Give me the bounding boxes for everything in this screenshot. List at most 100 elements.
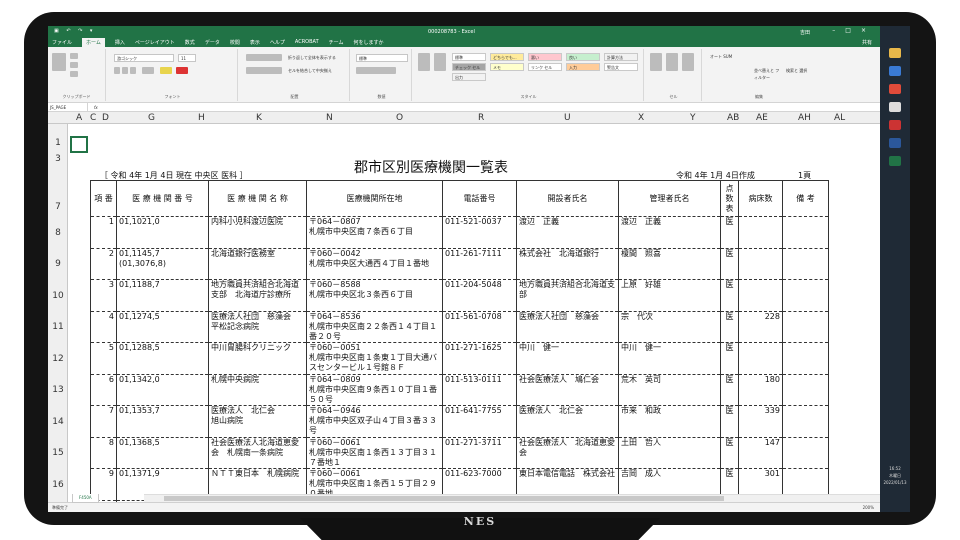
column-header[interactable]: K [256, 112, 262, 124]
remarks[interactable] [782, 310, 829, 343]
ribbon-tab[interactable]: ホーム [82, 37, 105, 47]
ribbon-tab[interactable]: ファイル [52, 39, 72, 46]
bed-count[interactable]: 339 [738, 405, 783, 438]
item-number[interactable]: 4 [90, 310, 117, 343]
format-as-table-icon[interactable] [434, 53, 446, 71]
ribbon-tab[interactable]: ページレイアウト [135, 39, 175, 46]
align-top-icons[interactable] [246, 54, 282, 61]
ribbon-tab[interactable]: ACROBAT [295, 39, 319, 45]
institution-code[interactable]: 01,1342,0 [116, 373, 209, 406]
manager-name[interactable]: 渡辺 正義 [618, 216, 721, 249]
score-table[interactable]: 医 [720, 247, 739, 280]
cell-style-item[interactable]: 良い [566, 53, 600, 61]
conditional-format-icon[interactable] [418, 53, 430, 71]
institution-code[interactable]: 01,1188,7 [116, 279, 209, 312]
item-number[interactable]: 5 [90, 342, 117, 375]
bed-count[interactable] [738, 279, 783, 312]
institution-name[interactable]: 札幌中央病院 [208, 373, 307, 406]
institution-address[interactable]: 〒060－0051 札幌市中央区南１条東１丁目大通バスセンタービル１号館８Ｆ [306, 342, 443, 375]
edge-icon[interactable] [889, 66, 901, 76]
phone-number[interactable]: 011-513-0111 [442, 373, 517, 406]
remarks[interactable] [782, 342, 829, 375]
ribbon-tab[interactable]: データ [205, 39, 220, 46]
ribbon-tab[interactable]: 数式 [185, 39, 195, 46]
merge-center-button[interactable]: セルを結合して中央揃え [286, 67, 346, 75]
row-header[interactable]: 15 [48, 448, 68, 458]
column-header[interactable]: C [90, 112, 96, 124]
row-header[interactable]: 1 [48, 138, 68, 148]
column-header[interactable]: AH [798, 112, 811, 124]
cell-style-item[interactable]: 計算方法 [604, 53, 638, 61]
column-header[interactable]: AB [727, 112, 739, 124]
remarks[interactable] [782, 216, 829, 249]
underline-icon[interactable] [130, 67, 136, 74]
font-color-icon[interactable] [176, 67, 188, 74]
cell-style-item[interactable]: 入力 [566, 63, 600, 71]
manager-name[interactable]: 土田 哲人 [618, 436, 721, 469]
phone-number[interactable]: 011-261-7111 [442, 247, 517, 280]
align-horizontal-icons[interactable] [246, 67, 282, 74]
column-header[interactable]: H [198, 112, 205, 124]
remarks[interactable] [782, 373, 829, 406]
remarks[interactable] [782, 247, 829, 280]
font-name-select[interactable]: 游ゴシック [114, 54, 174, 62]
manager-name[interactable]: 上原 好雄 [618, 279, 721, 312]
border-icon[interactable] [142, 67, 154, 74]
cell-style-item[interactable]: チェック セル [452, 63, 486, 71]
column-header[interactable]: X [638, 112, 644, 124]
item-number[interactable]: 7 [90, 405, 117, 438]
zoom-level[interactable]: 200% [863, 505, 874, 510]
column-header[interactable]: O [396, 112, 403, 124]
institution-name[interactable]: 地方職員共済組合北海道支部 北海道庁診療所 [208, 279, 307, 312]
score-table[interactable]: 医 [720, 342, 739, 375]
word-icon[interactable] [889, 138, 901, 148]
phone-number[interactable]: 011-271-3711 [442, 436, 517, 469]
founder-name[interactable]: 株式会社 北海道銀行 [516, 247, 619, 280]
row-header[interactable]: 11 [48, 322, 68, 332]
founder-name[interactable]: 社会医療法人 北海道恵愛会 [516, 436, 619, 469]
column-header[interactable]: AL [834, 112, 845, 124]
institution-name[interactable]: 内科小児科渡辺医院 [208, 216, 307, 249]
ribbon-tab[interactable]: 何をしますか [353, 39, 383, 46]
cut-icon[interactable] [70, 53, 78, 59]
founder-name[interactable]: 社会医療法人 鳩仁会 [516, 373, 619, 406]
fx-icon[interactable]: fx [88, 105, 104, 110]
bed-count[interactable]: 180 [738, 373, 783, 406]
app-icon[interactable] [889, 102, 901, 112]
institution-name[interactable]: 中川胃腸科クリニック [208, 342, 307, 375]
horizontal-scrollbar[interactable] [144, 494, 880, 502]
row-header[interactable]: 10 [48, 291, 68, 301]
format-cells-icon[interactable] [682, 53, 694, 71]
cell-style-item[interactable]: 悪い [528, 53, 562, 61]
bed-count[interactable] [738, 216, 783, 249]
row-header[interactable]: 9 [48, 259, 68, 269]
column-header[interactable]: N [326, 112, 333, 124]
file-explorer-icon[interactable] [889, 48, 901, 58]
institution-code[interactable]: 01,1274,5 [116, 310, 209, 343]
institution-address[interactable]: 〒064－0946 札幌市中央区双子山４丁目３番３３号 [306, 405, 443, 438]
score-table[interactable]: 医 [720, 405, 739, 438]
scroll-thumb[interactable] [164, 496, 724, 501]
cell-style-item[interactable]: 警告文 [604, 63, 638, 71]
column-header[interactable]: Y [690, 112, 696, 124]
score-table[interactable]: 医 [720, 373, 739, 406]
score-table[interactable]: 医 [720, 310, 739, 343]
insert-cells-icon[interactable] [650, 53, 662, 71]
row-header[interactable]: 14 [48, 417, 68, 427]
remarks[interactable] [782, 279, 829, 312]
row-header[interactable]: 12 [48, 354, 68, 364]
bed-count[interactable] [738, 342, 783, 375]
institution-code[interactable]: 01,1353,7 [116, 405, 209, 438]
cell-style-item[interactable]: 出力 [452, 73, 486, 81]
paste-icon[interactable] [52, 53, 66, 71]
institution-address[interactable]: 〒064－0807 札幌市中央区南７条西６丁目 [306, 216, 443, 249]
bed-count[interactable]: 228 [738, 310, 783, 343]
find-select-button[interactable]: 検索と 選択 [784, 67, 812, 75]
clock-time[interactable]: 16:52 [880, 466, 910, 472]
phone-number[interactable]: 011-271-1625 [442, 342, 517, 375]
institution-name[interactable]: 医療法人 北仁会 旭山病院 [208, 405, 307, 438]
bold-icon[interactable] [114, 67, 120, 74]
ribbon-tab[interactable]: 表示 [250, 39, 260, 46]
window-controls[interactable]: –□× [832, 27, 876, 34]
score-table[interactable]: 医 [720, 436, 739, 469]
